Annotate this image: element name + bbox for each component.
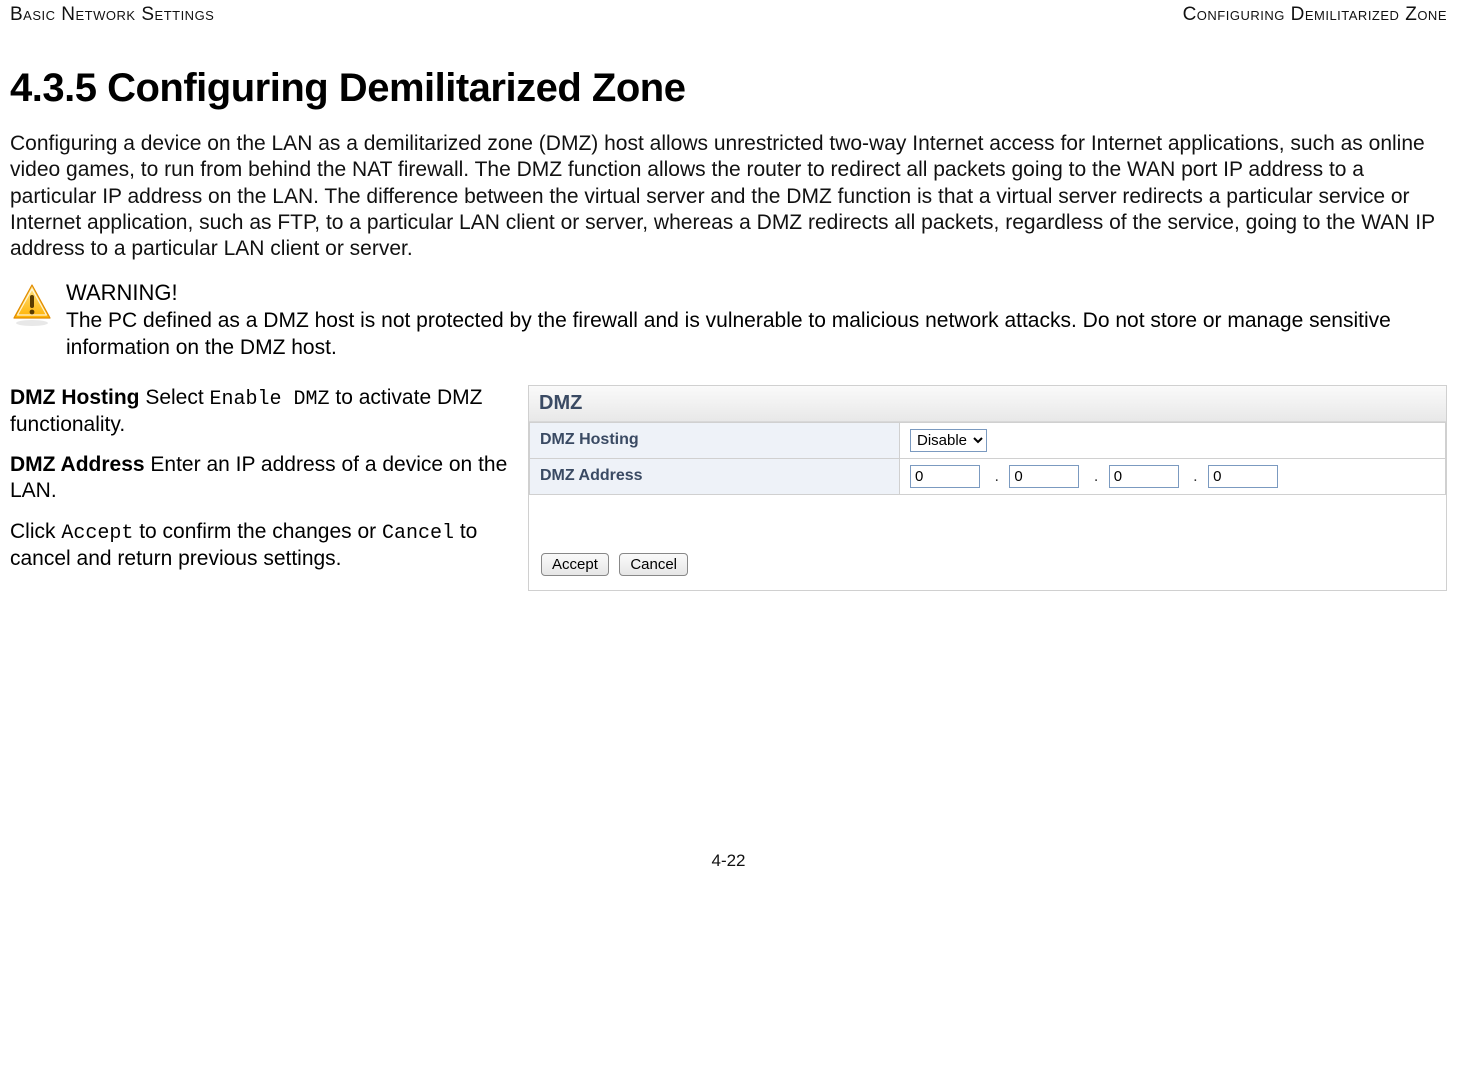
ip-dot: . bbox=[1183, 468, 1203, 485]
warning-title: WARNING! bbox=[66, 280, 1447, 306]
intro-paragraph: Configuring a device on the LAN as a dem… bbox=[10, 131, 1447, 262]
panel-title: DMZ bbox=[529, 386, 1446, 422]
code-accept: Accept bbox=[61, 522, 133, 545]
desc-dmz-address: DMZ Address Enter an IP address of a dev… bbox=[10, 452, 510, 505]
page-number: 4-22 bbox=[10, 851, 1447, 879]
section-number: 4.3.5 bbox=[10, 66, 96, 110]
section-heading: 4.3.5 Configuring Demilitarized Zone bbox=[10, 66, 1447, 111]
label-dmz-hosting: DMZ Hosting bbox=[530, 422, 900, 458]
desc-dmz-hosting-prefix: Select bbox=[139, 386, 209, 409]
dmz-octet-3[interactable] bbox=[1109, 465, 1179, 488]
desc-accept-cancel: Click Accept to confirm the changes or C… bbox=[10, 519, 510, 572]
desc-dmz-address-label: DMZ Address bbox=[10, 453, 145, 476]
desc-accept-mid: to confirm the changes or bbox=[133, 520, 382, 543]
code-cancel: Cancel bbox=[382, 522, 454, 545]
field-descriptions: DMZ Hosting Select Enable DMZ to activat… bbox=[10, 385, 510, 586]
running-header: Basic Network Settings Configuring Demil… bbox=[10, 0, 1447, 36]
dmz-octet-1[interactable] bbox=[910, 465, 980, 488]
header-left: Basic Network Settings bbox=[10, 4, 214, 26]
label-dmz-address: DMZ Address bbox=[530, 458, 900, 494]
ip-dot: . bbox=[1084, 468, 1104, 485]
accept-button[interactable]: Accept bbox=[541, 553, 609, 576]
dmz-panel: DMZ DMZ Hosting Disable DMZ Address . . bbox=[528, 385, 1447, 591]
warning-icon bbox=[10, 280, 54, 331]
ip-dot: . bbox=[984, 468, 1004, 485]
code-enable-dmz: Enable DMZ bbox=[210, 388, 330, 411]
desc-dmz-hosting-label: DMZ Hosting bbox=[10, 386, 139, 409]
panel-button-row: Accept Cancel bbox=[529, 525, 1446, 590]
warning-callout: WARNING! The PC defined as a DMZ host is… bbox=[10, 280, 1447, 361]
row-dmz-address: DMZ Address . . . bbox=[530, 458, 1446, 494]
warning-text: WARNING! The PC defined as a DMZ host is… bbox=[66, 280, 1447, 361]
dmz-hosting-select[interactable]: Disable bbox=[910, 429, 987, 452]
cancel-button[interactable]: Cancel bbox=[619, 553, 688, 576]
cell-dmz-address: . . . bbox=[900, 458, 1446, 494]
header-right: Configuring Demilitarized Zone bbox=[1183, 4, 1447, 26]
dmz-form-table: DMZ Hosting Disable DMZ Address . . . bbox=[529, 422, 1446, 495]
desc-dmz-hosting: DMZ Hosting Select Enable DMZ to activat… bbox=[10, 385, 510, 438]
section-title-text: Configuring Demilitarized Zone bbox=[107, 66, 685, 110]
desc-accept-prefix: Click bbox=[10, 520, 61, 543]
dmz-octet-4[interactable] bbox=[1208, 465, 1278, 488]
cell-dmz-hosting: Disable bbox=[900, 422, 1446, 458]
warning-body: The PC defined as a DMZ host is not prot… bbox=[66, 308, 1447, 361]
row-dmz-hosting: DMZ Hosting Disable bbox=[530, 422, 1446, 458]
dmz-octet-2[interactable] bbox=[1009, 465, 1079, 488]
